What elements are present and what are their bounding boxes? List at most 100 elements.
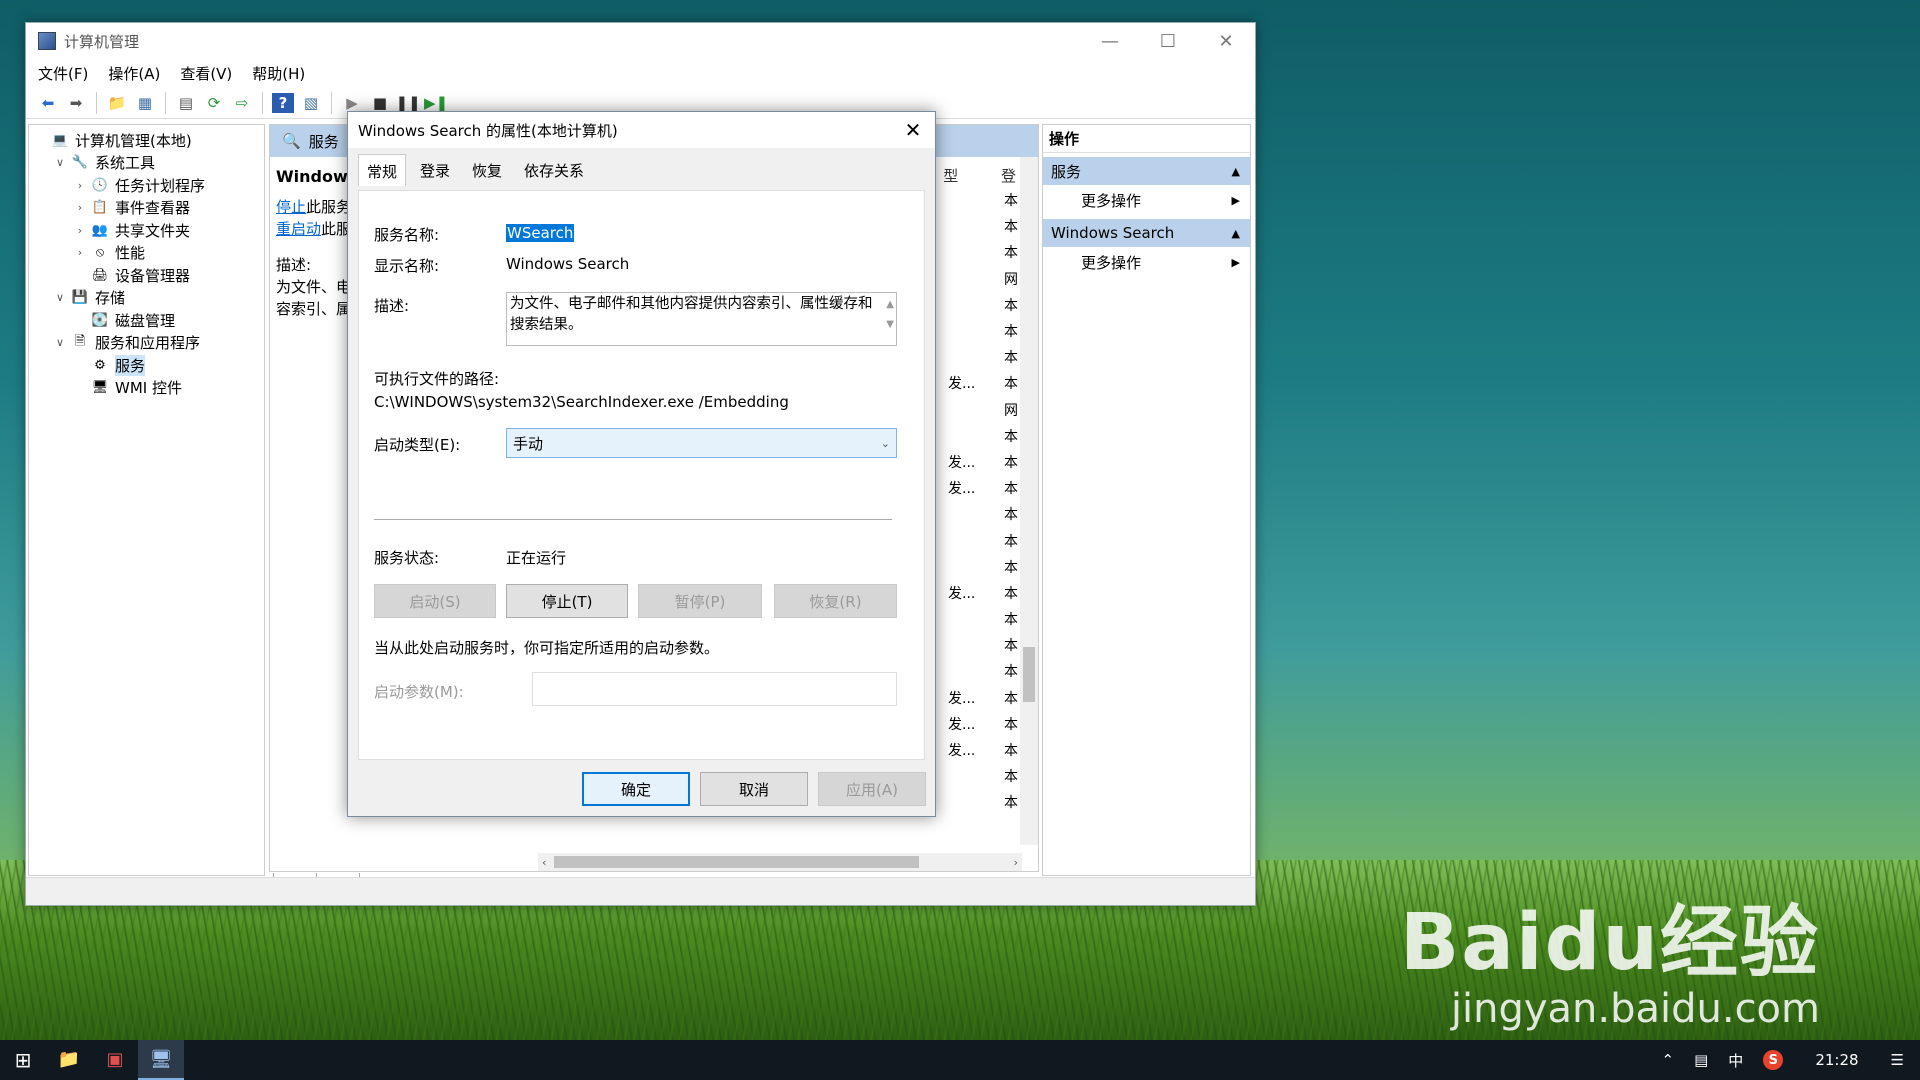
scrollbar-thumb[interactable] <box>1023 647 1035 702</box>
view-icon[interactable]: ▧ <box>300 93 322 113</box>
table-row[interactable]: 发... 本 <box>948 685 1018 711</box>
export-icon[interactable]: ⇨ <box>231 93 253 113</box>
horizontal-scrollbar[interactable]: ‹ › <box>538 853 1022 871</box>
ok-button[interactable]: 确定 <box>582 772 690 806</box>
more-actions-item[interactable]: 更多操作 ▶ <box>1043 247 1250 277</box>
chevron-down-icon[interactable]: ⌄ <box>881 437 890 450</box>
tree-item[interactable]: 🖨 设备管理器 <box>29 264 264 287</box>
table-row[interactable]: 网 <box>948 397 1018 423</box>
table-row[interactable]: 本 <box>948 501 1018 527</box>
ime-indicator[interactable]: 中 <box>1728 1050 1743 1071</box>
tab-recovery[interactable]: 恢复 <box>464 154 510 186</box>
table-row[interactable]: 网 <box>948 266 1018 292</box>
apply-button[interactable]: 应用(A) <box>818 772 926 806</box>
tree-item[interactable]: › 📋 事件查看器 <box>29 197 264 220</box>
computer-management-task-icon[interactable]: 🖥 <box>138 1040 184 1080</box>
tree-item[interactable]: ⚙ 服务 <box>29 354 264 377</box>
table-row[interactable]: 本 <box>948 658 1018 684</box>
notification-icon[interactable]: ☰ <box>1891 1051 1904 1069</box>
service-name-value[interactable]: WSearch <box>506 224 575 242</box>
table-row[interactable]: 本 <box>948 423 1018 449</box>
table-row[interactable]: 发... 本 <box>948 580 1018 606</box>
table-row[interactable]: 发... 本 <box>948 711 1018 737</box>
tree-expander-icon[interactable]: › <box>73 201 87 214</box>
tab-general[interactable]: 常规 <box>358 154 407 186</box>
table-row[interactable]: 本 <box>948 763 1018 789</box>
dialog-close-icon[interactable]: ✕ <box>891 118 935 142</box>
tree-expander-icon[interactable]: › <box>73 224 87 237</box>
table-row[interactable]: 本 <box>948 239 1018 265</box>
stop-service-icon[interactable]: ■ <box>369 93 391 113</box>
column-header-logon[interactable]: 登 <box>1001 167 1016 185</box>
horizontal-scrollbar-thumb[interactable] <box>554 856 919 868</box>
restart-service-link[interactable]: 重启动 <box>276 220 321 238</box>
table-row[interactable]: 本 <box>948 606 1018 632</box>
pause-service-icon[interactable]: ❚❚ <box>395 93 420 113</box>
table-row[interactable]: 本 <box>948 632 1018 658</box>
actions-group-services[interactable]: 服务 ▲ <box>1043 157 1250 185</box>
tab-dependencies[interactable]: 依存关系 <box>516 154 592 186</box>
table-row[interactable]: 发... 本 <box>948 475 1018 501</box>
minimize-button[interactable]: — <box>1081 23 1139 59</box>
forward-icon[interactable]: ➡ <box>65 93 87 113</box>
service-name-text[interactable]: WSearch <box>506 224 575 242</box>
table-row[interactable]: 本 <box>948 187 1018 213</box>
close-button[interactable]: ✕ <box>1197 23 1255 59</box>
back-icon[interactable]: ⬅ <box>37 93 59 113</box>
help-icon[interactable]: ? <box>272 92 294 113</box>
stop-service-link[interactable]: 停止 <box>276 198 306 216</box>
table-row[interactable]: 本 <box>948 527 1018 553</box>
media-app-icon[interactable]: ▣ <box>92 1040 138 1080</box>
description-box[interactable]: 为文件、电子邮件和其他内容提供内容索引、属性缓存和搜索结果。 ▲ ▼ <box>506 292 897 346</box>
stop-button[interactable]: 停止(T) <box>506 584 628 618</box>
start-button[interactable]: 启动(S) <box>374 584 496 618</box>
tree-expander-icon[interactable]: › <box>73 246 87 259</box>
resume-button[interactable]: 恢复(R) <box>774 584 897 618</box>
tree-item[interactable]: ∨ 💾 存储 <box>29 287 264 310</box>
menu-view[interactable]: 查看(V) <box>180 63 232 84</box>
menu-action[interactable]: 操作(A) <box>108 63 160 84</box>
clock[interactable]: 21:28 <box>1815 1051 1858 1069</box>
table-row[interactable]: 本 <box>948 213 1018 239</box>
scroll-left-icon[interactable]: ‹ <box>542 856 546 869</box>
table-row[interactable]: 发... 本 <box>948 449 1018 475</box>
menu-help[interactable]: 帮助(H) <box>252 63 305 84</box>
title-bar[interactable]: 计算机管理 — ☐ ✕ <box>26 23 1255 59</box>
table-row[interactable]: 发... 本 <box>948 370 1018 396</box>
file-explorer-icon[interactable]: 📁 <box>46 1040 92 1080</box>
menu-file[interactable]: 文件(F) <box>38 63 88 84</box>
collapse-icon[interactable]: ▲ <box>1232 227 1240 240</box>
tree-item[interactable]: 🖥 WMI 控件 <box>29 377 264 400</box>
dialog-title-bar[interactable]: Windows Search 的属性(本地计算机) ✕ <box>348 112 935 148</box>
show-hide-tree-icon[interactable]: ▦ <box>134 93 156 113</box>
table-row[interactable]: 本 <box>948 318 1018 344</box>
maximize-button[interactable]: ☐ <box>1139 23 1197 59</box>
vertical-scrollbar[interactable] <box>1020 157 1038 845</box>
table-row[interactable]: 本 <box>948 554 1018 580</box>
windows-start-icon[interactable]: ⊞ <box>0 1040 46 1080</box>
tab-logon[interactable]: 登录 <box>412 154 458 186</box>
tree-item[interactable]: ∨ 🔧 系统工具 <box>29 152 264 175</box>
column-header-type[interactable]: 型 <box>943 167 958 185</box>
tree-expander-icon[interactable]: ∨ <box>53 336 67 349</box>
description-scrollbar[interactable]: ▲ ▼ <box>886 295 894 335</box>
tree-expander-icon[interactable]: › <box>73 179 87 192</box>
scroll-right-icon[interactable]: › <box>1014 856 1018 869</box>
network-icon[interactable]: ▤ <box>1694 1051 1708 1069</box>
sogou-ime-icon[interactable]: S <box>1763 1050 1784 1070</box>
tree-item[interactable]: ∨ 🗎 服务和应用程序 <box>29 332 264 355</box>
collapse-icon[interactable]: ▲ <box>1232 165 1240 178</box>
refresh-icon[interactable]: ⟳ <box>203 93 225 113</box>
tree-item[interactable]: 💽 磁盘管理 <box>29 309 264 332</box>
table-row[interactable]: 本 <box>948 344 1018 370</box>
tree-expander-icon[interactable]: ∨ <box>53 291 67 304</box>
actions-group-windows-search[interactable]: Windows Search ▲ <box>1043 219 1250 247</box>
start-service-icon[interactable]: ▶ <box>341 93 363 113</box>
tree-item[interactable]: › ⦸ 性能 <box>29 242 264 265</box>
tray-expand-icon[interactable]: ⌃ <box>1662 1051 1675 1069</box>
properties-icon[interactable]: ▤ <box>175 93 197 113</box>
start-params-input[interactable] <box>532 672 897 706</box>
pause-button[interactable]: 暂停(P) <box>638 584 762 618</box>
table-row[interactable]: 本 <box>948 292 1018 318</box>
startup-type-select[interactable]: 手动 ⌄ <box>506 428 897 458</box>
